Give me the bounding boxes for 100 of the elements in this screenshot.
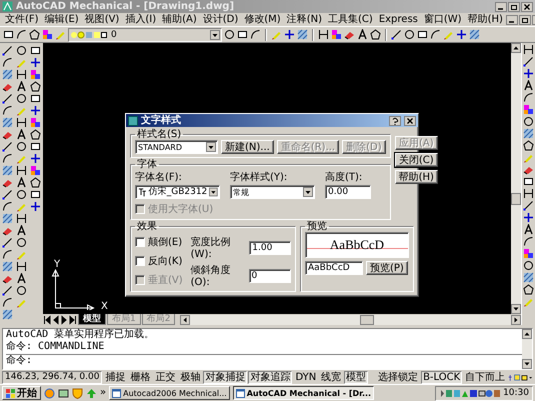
scroll-up-icon[interactable] bbox=[522, 329, 532, 339]
dialog-button[interactable]: 关闭(C) bbox=[394, 153, 438, 167]
status-toggle[interactable]: 自下而上 bbox=[463, 371, 508, 384]
polygon-tool-icon[interactable] bbox=[30, 177, 41, 188]
vertical-scrollbar[interactable] bbox=[522, 329, 532, 369]
checkbox[interactable] bbox=[135, 256, 145, 266]
arc-tool-icon[interactable] bbox=[250, 29, 261, 40]
close-icon[interactable] bbox=[521, 2, 533, 12]
polygon-tool-icon[interactable] bbox=[523, 140, 534, 151]
status-toggle[interactable]: 对象追踪 bbox=[248, 371, 292, 384]
hatch-tool-icon[interactable] bbox=[523, 272, 534, 283]
palette-tool-icon[interactable] bbox=[523, 104, 534, 115]
scroll-down-icon[interactable] bbox=[511, 304, 521, 314]
circle-tool-icon[interactable] bbox=[16, 45, 27, 56]
status-toggle[interactable]: B-LOCK bbox=[421, 371, 462, 384]
erase-tool-icon[interactable] bbox=[2, 225, 13, 236]
arc-tool-icon[interactable] bbox=[430, 29, 441, 40]
polygon-tool-icon[interactable] bbox=[370, 29, 381, 40]
menu-item[interactable]: 视图(V) bbox=[82, 14, 122, 26]
line-tool-icon[interactable] bbox=[2, 189, 13, 200]
dimension-tool-icon[interactable] bbox=[16, 69, 27, 80]
move-tool-icon[interactable] bbox=[30, 201, 41, 212]
circle-tool-icon[interactable] bbox=[404, 29, 415, 40]
polygon-tool-icon[interactable] bbox=[30, 81, 41, 92]
hatch-tool-icon[interactable] bbox=[2, 117, 13, 128]
checkbox[interactable] bbox=[135, 237, 145, 247]
polygon-tool-icon[interactable] bbox=[30, 129, 41, 140]
rectangle-tool-icon[interactable] bbox=[30, 45, 41, 56]
circle-tool-icon[interactable] bbox=[16, 141, 27, 152]
text-tool-icon[interactable] bbox=[16, 129, 27, 140]
palette-tool-icon[interactable] bbox=[30, 69, 41, 80]
palette-tool-icon[interactable] bbox=[42, 29, 53, 40]
hatch-tool-icon[interactable] bbox=[2, 309, 13, 320]
dialog-button[interactable]: 新建(N)... bbox=[221, 140, 274, 154]
scroll-down-icon[interactable] bbox=[522, 359, 532, 369]
hatch-tool-icon[interactable] bbox=[2, 69, 13, 80]
command-input[interactable]: 命令: bbox=[6, 354, 522, 367]
circle-tool-icon[interactable] bbox=[16, 189, 27, 200]
minimize-icon[interactable] bbox=[506, 14, 518, 24]
layer-dropdown[interactable]: 0 bbox=[68, 28, 222, 42]
circle-tool-icon[interactable] bbox=[16, 93, 27, 104]
help-icon[interactable] bbox=[389, 116, 401, 126]
tray-icons-drawing[interactable] bbox=[439, 388, 502, 398]
text-tool-icon[interactable] bbox=[16, 225, 27, 236]
close-icon[interactable] bbox=[404, 116, 416, 126]
arc-tool-icon[interactable] bbox=[2, 249, 13, 260]
menu-item[interactable]: 编辑(E) bbox=[42, 14, 82, 26]
rectangle-tool-icon[interactable] bbox=[30, 189, 41, 200]
rectangle-tool-icon[interactable] bbox=[3, 29, 14, 40]
arc-tool-icon[interactable] bbox=[16, 29, 27, 40]
text-tool-icon[interactable] bbox=[523, 80, 534, 91]
arc-tool-icon[interactable] bbox=[2, 105, 13, 116]
line-tool-icon[interactable] bbox=[391, 29, 402, 40]
menu-item[interactable]: 帮助(H) bbox=[464, 14, 506, 26]
dialog-button[interactable]: 帮助(H) bbox=[394, 170, 438, 184]
start-button[interactable]: 开始 bbox=[2, 386, 41, 400]
move-tool-icon[interactable] bbox=[523, 68, 534, 79]
circle-tool-icon[interactable] bbox=[523, 116, 534, 127]
line-tool-icon[interactable] bbox=[2, 141, 13, 152]
hatch-tool-icon[interactable] bbox=[523, 128, 534, 139]
palette-tool-icon[interactable] bbox=[30, 165, 41, 176]
dialog-button[interactable]: 预览(P) bbox=[366, 261, 408, 275]
style-name-dropdown[interactable]: STANDARD bbox=[135, 140, 218, 154]
scroll-left-icon[interactable] bbox=[180, 314, 190, 324]
palette-tool-icon[interactable] bbox=[523, 248, 534, 259]
circle-tool-icon[interactable] bbox=[523, 260, 534, 271]
scroll-thumb-icon[interactable] bbox=[511, 193, 521, 205]
overflow-chevron[interactable]: » bbox=[100, 387, 106, 399]
text-tool-icon[interactable] bbox=[16, 81, 27, 92]
arc-tool-icon[interactable] bbox=[523, 236, 534, 247]
menu-item[interactable]: 注释(N) bbox=[284, 14, 326, 26]
dimension-tool-icon[interactable] bbox=[318, 29, 329, 40]
rectangle-tool-icon[interactable] bbox=[30, 93, 41, 104]
move-tool-icon[interactable] bbox=[30, 57, 41, 68]
dimension-tool-icon[interactable] bbox=[523, 188, 534, 199]
line-tool-icon[interactable] bbox=[2, 237, 13, 248]
polygon-tool-icon[interactable] bbox=[523, 284, 534, 295]
taskbar-button[interactable]: Autocad2006 Mechnical... bbox=[109, 386, 230, 400]
desktop-icon[interactable] bbox=[58, 388, 69, 398]
rectangle-tool-icon[interactable] bbox=[30, 141, 41, 152]
line-tool-icon[interactable] bbox=[2, 285, 13, 296]
status-toggle[interactable]: 捕捉 bbox=[103, 371, 128, 384]
status-toggle[interactable]: DYN bbox=[293, 371, 318, 384]
text-tool-icon[interactable] bbox=[357, 29, 368, 40]
font-name-dropdown[interactable]: 仿宋_GB2312 bbox=[135, 185, 220, 199]
status-toggle[interactable]: 对象捕捉 bbox=[203, 371, 248, 384]
text-tool-icon[interactable] bbox=[523, 224, 534, 235]
menu-item[interactable]: 工具集(C) bbox=[325, 14, 376, 26]
text-tool-icon[interactable] bbox=[16, 177, 27, 188]
text-tool-icon[interactable] bbox=[16, 273, 27, 284]
horizontal-scrollbar[interactable] bbox=[180, 314, 521, 324]
move-tool-icon[interactable] bbox=[523, 212, 534, 223]
hatch-tool-icon[interactable] bbox=[2, 213, 13, 224]
scroll-up-icon[interactable] bbox=[511, 43, 521, 53]
input-field[interactable]: 1.00 bbox=[249, 240, 291, 254]
line-tool-icon[interactable] bbox=[2, 45, 13, 56]
dimension-tool-icon[interactable] bbox=[16, 213, 27, 224]
menu-item[interactable]: 文件(F) bbox=[2, 14, 42, 26]
vertical-scrollbar[interactable] bbox=[511, 43, 521, 314]
rectangle-tool-icon[interactable] bbox=[417, 29, 428, 40]
